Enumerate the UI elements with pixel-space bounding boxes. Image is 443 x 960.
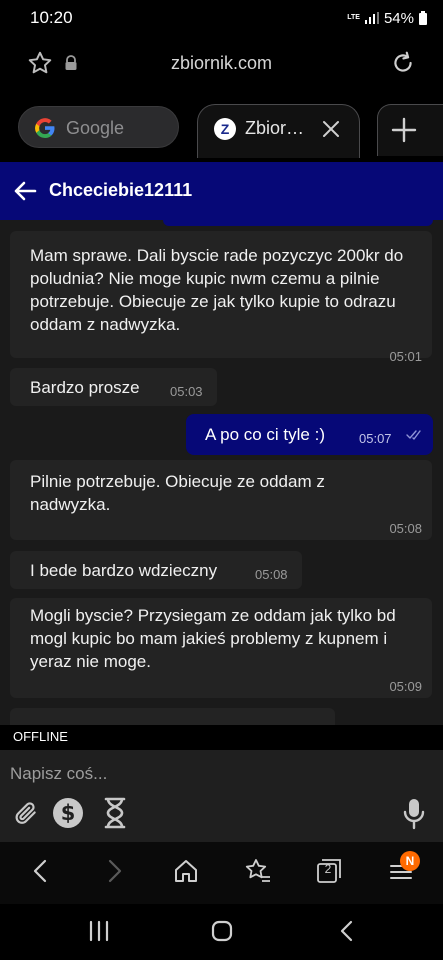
home-icon[interactable] [173,858,199,884]
message-list[interactable]: Mam sprawe. Dali byscie rade pozyczyc 20… [0,220,443,725]
address-bar: zbiornik.com [0,36,443,94]
status-time: 10:20 [30,8,73,27]
message-time: 05:08 [255,567,288,582]
message-time: 05:01 [389,349,422,364]
zbiornik-favicon-icon: Z [214,118,236,140]
composer: Napisz coś... $ [0,750,443,842]
message-incoming[interactable]: Mam sprawe. Dali byscie rade pozyczyc 20… [10,231,432,364]
tabs-row: Google Z Zbior… [0,94,443,162]
tab-google[interactable]: Google [18,106,179,148]
status-indicators: LTE 54% [347,8,427,28]
message-time: 05:07 [359,431,392,446]
offline-badge: OFFLINE [8,726,73,748]
message-input[interactable]: Napisz coś... [10,764,107,784]
battery-icon [419,11,427,25]
microphone-icon[interactable] [403,798,425,830]
message-incoming-partial [10,708,335,725]
chat-header: Chceciebie12111 [0,162,443,220]
message-incoming[interactable]: Mogli byscie? Przysiegam ze oddam jak ty… [10,598,432,698]
message-incoming[interactable]: Bardzo prosze 05:03 [10,368,217,406]
message-time: 05:03 [170,384,203,399]
message-time: 05:09 [389,679,422,694]
svg-text:$: $ [61,801,76,825]
outgoing-bubble-edge [163,220,433,226]
plus-icon [391,117,417,143]
tab-zbiornik-label: Zbior… [245,118,305,138]
close-tab-icon[interactable] [321,119,341,139]
system-back-icon[interactable] [338,920,354,942]
network-type: LTE [347,14,360,21]
url-field[interactable]: zbiornik.com [0,53,443,74]
message-incoming[interactable]: I bede bardzo wdzieczny 05:08 [10,551,302,589]
dollar-icon[interactable]: $ [52,797,84,829]
tabs-count: 2 [324,862,332,876]
message-text: Pilnie potrzebuje. Obiecuje ze oddam z n… [30,472,325,514]
contact-name[interactable]: Chceciebie12111 [49,180,192,201]
status-bar: 10:20 LTE 54% [0,0,443,36]
message-text: I bede bardzo wdzieczny [30,561,218,580]
message-text: Mam sprawe. Dali byscie rade pozyczyc 20… [30,246,404,334]
forward-icon[interactable] [103,858,125,884]
message-incoming[interactable]: Pilnie potrzebuje. Obiecuje ze oddam z n… [10,460,432,540]
back-arrow-icon[interactable] [13,180,37,202]
notification-badge: N [400,851,420,871]
tab-google-label: Google [66,118,125,138]
attachment-icon[interactable] [13,800,39,826]
recent-apps-icon[interactable] [88,920,110,942]
tab-zbiornik[interactable]: Z Zbior… [197,104,360,158]
signal-icon [364,12,379,24]
read-receipt-icon [406,430,421,440]
browser-toolbar [0,842,443,904]
message-outgoing[interactable]: A po co ci tyle :) 05:07 [186,414,433,455]
message-text: A po co ci tyle :) [205,425,325,444]
message-text: Bardzo prosze [30,378,140,397]
bookmarks-icon[interactable] [244,858,272,884]
home-button-icon[interactable] [211,920,233,942]
battery-percent: 54% [383,9,414,27]
message-text: Mogli byscie? Przysiegam ze oddam jak ty… [30,606,396,671]
reload-icon[interactable] [390,50,416,76]
hourglass-icon[interactable] [103,797,127,829]
new-tab-button[interactable] [377,104,443,156]
system-navigation [0,904,443,960]
google-logo-icon [35,118,55,139]
message-time: 05:08 [389,521,422,536]
back-icon[interactable] [30,858,52,884]
